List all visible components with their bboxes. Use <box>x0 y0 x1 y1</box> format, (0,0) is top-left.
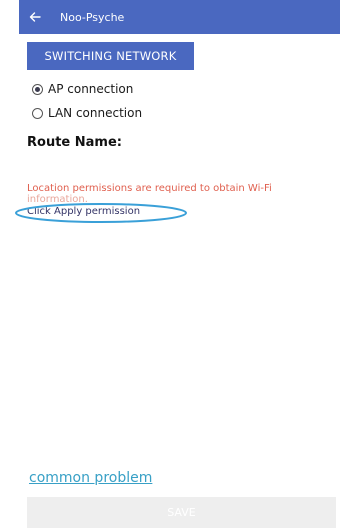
radio-button-unchecked[interactable] <box>32 107 43 119</box>
arrow-left-icon[interactable] <box>28 10 42 24</box>
save-button[interactable]: SAVE <box>27 497 336 528</box>
common-problem-link[interactable]: common problem <box>29 470 152 486</box>
switching-network-button[interactable]: SWITCHING NETWORK <box>27 42 194 70</box>
radio-label-ap: AP connection <box>48 82 134 96</box>
apply-permission-link[interactable]: Click Apply permission <box>27 206 140 217</box>
app-bar: Noo-Psyche <box>19 0 340 34</box>
radio-lan-connection[interactable]: LAN connection <box>32 106 142 120</box>
radio-ap-connection[interactable]: AP connection <box>32 82 133 96</box>
permission-message-line1: Location permissions are required to obt… <box>27 183 272 194</box>
route-name-label: Route Name: <box>27 135 122 150</box>
app-title: Noo-Psyche <box>60 10 125 24</box>
radio-button-checked[interactable] <box>32 83 43 95</box>
permission-message-line2: information. <box>27 194 88 205</box>
radio-label-lan: LAN connection <box>48 106 143 120</box>
permission-message: Location permissions are required to obt… <box>27 183 327 205</box>
